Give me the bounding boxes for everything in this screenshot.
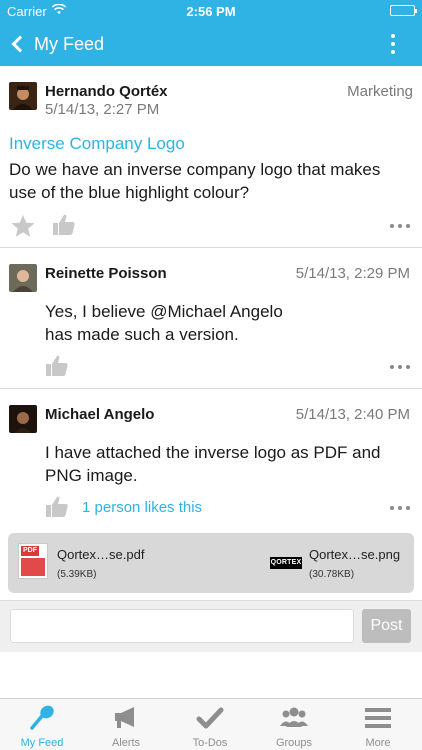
post-body: Do we have an inverse company logo that … — [9, 160, 381, 202]
status-time: 2:56 PM — [186, 4, 236, 19]
tab-alerts[interactable]: Alerts — [84, 699, 168, 750]
like-icon[interactable] — [45, 495, 69, 524]
post-timestamp: 5/14/13, 2:29 PM — [295, 265, 410, 282]
ellipsis-icon — [390, 224, 394, 228]
like-icon[interactable] — [45, 354, 69, 383]
post-body-line: I have attached the inverse logo as PDF … — [45, 443, 381, 462]
likes-count-link[interactable]: 1 person likes this — [82, 499, 202, 516]
avatar[interactable] — [9, 264, 37, 292]
avatar[interactable] — [9, 405, 37, 433]
avatar[interactable] — [9, 82, 37, 110]
tab-label: To-Dos — [192, 737, 228, 749]
top-bar: Carrier 2:56 PM My Feed — [0, 0, 422, 66]
more-options-button[interactable] — [390, 34, 396, 54]
tab-label: Groups — [275, 737, 313, 749]
tab-label: My Feed — [20, 737, 64, 749]
feed-post: Hernando Qortéx 5/14/13, 2:27 PM Marketi… — [0, 66, 422, 248]
reply-bar: Post — [0, 600, 422, 652]
star-icon[interactable] — [10, 214, 36, 243]
checkmark-icon — [168, 705, 252, 731]
post-subject: Inverse Company Logo — [9, 134, 185, 153]
back-label: My Feed — [34, 33, 105, 54]
tab-more[interactable]: More — [336, 699, 420, 750]
tab-bar: My Feed Alerts To-Dos Groups More — [0, 698, 422, 750]
tab-label: Alerts — [111, 737, 141, 749]
image-file-icon: QORTEX — [270, 557, 302, 569]
status-bar: Carrier 2:56 PM — [0, 0, 422, 22]
reply-input[interactable] — [10, 609, 354, 643]
author-name[interactable]: Hernando Qortéx — [45, 83, 168, 100]
tab-to-dos[interactable]: To-Dos — [168, 699, 252, 750]
megaphone-icon — [84, 705, 168, 731]
ellipsis-icon — [390, 365, 394, 369]
feed-post: Reinette Poisson 5/14/13, 2:29 PM Yes, I… — [0, 248, 422, 389]
post-body-line: PNG image. — [45, 466, 138, 485]
post-timestamp: 5/14/13, 2:27 PM — [45, 101, 160, 118]
attachment-png[interactable]: QORTEX Qortex…se.png (30.78KB) — [8, 533, 414, 593]
post-timestamp: 5/14/13, 2:40 PM — [295, 406, 410, 423]
post-button[interactable]: Post — [362, 609, 411, 643]
post-body-line: has made such a version. — [45, 325, 239, 344]
feed-icon — [0, 705, 84, 731]
post-body-line: Yes, I believe @Michael Angelo — [45, 302, 283, 321]
menu-icon — [336, 705, 420, 731]
vertical-dots-icon — [391, 34, 395, 38]
post-options-button[interactable] — [390, 224, 410, 228]
chevron-left-icon — [11, 35, 29, 53]
like-icon[interactable] — [52, 213, 76, 242]
attachment-name: Qortex…se.png — [309, 547, 401, 562]
groups-icon — [252, 705, 336, 731]
ellipsis-icon — [390, 506, 394, 510]
author-name[interactable]: Michael Angelo — [45, 406, 154, 423]
post-options-button[interactable] — [390, 365, 410, 369]
attachment-size: (30.78KB) — [309, 569, 355, 580]
attachments-panel: PDF Qortex…se.pdf (5.39KB) QORTEX Qortex… — [8, 533, 414, 593]
feed-post: Michael Angelo 5/14/13, 2:40 PM I have a… — [0, 389, 422, 529]
tab-label: More — [365, 737, 391, 749]
tab-groups[interactable]: Groups — [252, 699, 336, 750]
back-button[interactable]: My Feed — [10, 30, 104, 58]
group-label[interactable]: Marketing — [347, 83, 413, 100]
battery-icon — [390, 5, 417, 16]
post-options-button[interactable] — [390, 506, 410, 510]
author-name[interactable]: Reinette Poisson — [45, 265, 167, 282]
tab-my-feed[interactable]: My Feed — [0, 699, 84, 750]
